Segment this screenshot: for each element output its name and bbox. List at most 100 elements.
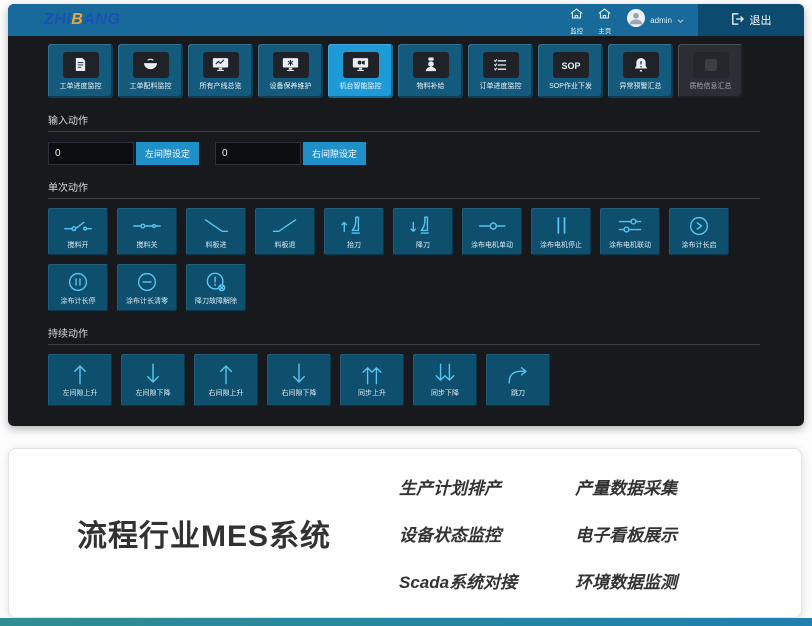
action-tile[interactable]: 涂布计长启	[669, 208, 729, 255]
order-list-icon	[483, 52, 519, 78]
action-tile-label: 降刀	[416, 240, 430, 250]
action-tile[interactable]: 降刀故障解除	[186, 264, 246, 311]
left-gap-set-button[interactable]: 左间隙设定	[136, 142, 199, 165]
monitor-camera-icon	[343, 52, 379, 78]
right-gap-value-input[interactable]	[215, 142, 301, 165]
section-title-input-actions: 输入动作	[48, 112, 760, 132]
action-tile[interactable]: 搅料开	[48, 208, 108, 255]
double-up-icon	[357, 362, 387, 386]
action-tile-label: 涂布电机联动	[609, 240, 651, 250]
action-tile-label: 降刀故障解除	[195, 296, 237, 306]
feature-item: Scada系统对接	[399, 568, 517, 593]
action-tile[interactable]: 左间隙下降	[121, 354, 185, 406]
feature-item: 产量数据采集	[575, 474, 677, 499]
action-tile[interactable]: 涂布电机单动	[462, 208, 522, 255]
left-gap-value-input[interactable]	[48, 142, 134, 165]
user-name: admin	[650, 16, 672, 25]
app-tile[interactable]: 机台智能监控	[328, 44, 393, 98]
right-gap-set-button[interactable]: 右间隙设定	[303, 142, 366, 165]
header-nav-item[interactable]: 主页	[598, 6, 611, 35]
monitor-gear-icon	[273, 52, 309, 78]
bottom-accent-bar	[0, 618, 812, 626]
input-action-row: 左间隙设定 右间隙设定	[48, 142, 760, 165]
action-tile-label: 跳刀	[511, 388, 525, 398]
home-icon	[598, 6, 611, 24]
action-tile-label: 搅料关	[137, 240, 158, 250]
arrow-down-icon	[284, 362, 314, 386]
blank-icon	[693, 52, 729, 78]
double-down-icon	[430, 362, 460, 386]
arrow-up-icon	[211, 362, 241, 386]
jump-arrow-icon	[503, 362, 533, 386]
pause-circle-icon	[63, 270, 93, 294]
svg-text:SOP: SOP	[561, 61, 580, 71]
action-tile[interactable]: 降刀	[393, 208, 453, 255]
action-tile-label: 涂布计长启	[682, 240, 717, 250]
action-tile-label: 料板进	[206, 240, 227, 250]
app-tile-label: SOP作业下发	[549, 81, 592, 91]
nav-item-label: 主页	[598, 25, 611, 35]
logout-button[interactable]: 退出	[698, 4, 804, 36]
app-tile[interactable]: 订单进度监控	[468, 44, 533, 98]
app-tile[interactable]: 所有产线总览	[188, 44, 253, 98]
user-menu[interactable]: admin	[627, 9, 684, 32]
feature-item: 电子看板展示	[575, 521, 677, 546]
angle-forward-icon	[201, 214, 231, 238]
header-nav-item[interactable]: 监控	[570, 6, 583, 35]
arrow-up-icon	[65, 362, 95, 386]
app-tile[interactable]: 工单配料监控	[118, 44, 183, 98]
action-tile[interactable]: 抬刀	[324, 208, 384, 255]
bell-icon	[623, 52, 659, 78]
feature-list: 生产计划排产设备状态监控Scada系统对接产量数据采集电子看板展示环境数据监测	[399, 474, 677, 593]
play-circle-icon	[684, 214, 714, 238]
app-tile[interactable]: 物料补给	[398, 44, 463, 98]
app-tile-label: 质检信息汇总	[690, 81, 732, 91]
action-tile[interactable]: 涂布计长清零	[117, 264, 177, 311]
nav-item-label: 监控	[570, 25, 583, 35]
logo-text-accent: B	[71, 11, 83, 28]
action-tile[interactable]: 跳刀	[486, 354, 550, 406]
monitor-chart-icon	[203, 52, 239, 78]
app-tile[interactable]: 设备保养维护	[258, 44, 323, 98]
action-tile[interactable]: 左间隙上升	[48, 354, 112, 406]
logo-text: ZHI	[44, 11, 71, 28]
section-title-continuous-actions: 持续动作	[48, 325, 760, 345]
action-tile[interactable]: 涂布计长停	[48, 264, 108, 311]
knife-up-icon	[339, 214, 369, 238]
app-tile-label: 工单配料监控	[130, 81, 172, 91]
action-tile[interactable]: 料板退	[255, 208, 315, 255]
mes-system-title: 流程行业MES系统	[9, 511, 399, 555]
warn-clear-icon	[201, 270, 231, 294]
action-tile[interactable]: 同步上升	[340, 354, 404, 406]
feature-column: 产量数据采集电子看板展示环境数据监测	[575, 474, 677, 593]
action-tile[interactable]: 右间隙下降	[267, 354, 331, 406]
action-tile-label: 左间隙上升	[63, 388, 98, 398]
app-tile[interactable]: 异常预警汇总	[608, 44, 673, 98]
action-tile[interactable]: 右间隙上升	[194, 354, 258, 406]
action-tile-label: 涂布电机停止	[540, 240, 582, 250]
minus-circle-icon	[132, 270, 162, 294]
feature-column: 生产计划排产设备状态监控Scada系统对接	[399, 474, 517, 593]
action-tile-label: 同步上升	[358, 388, 386, 398]
app-tile[interactable]: SOP SOP作业下发	[538, 44, 603, 98]
action-tile[interactable]: 料板进	[186, 208, 246, 255]
motor-single-icon	[477, 214, 507, 238]
app-tile[interactable]: 工单进度监控	[48, 44, 113, 98]
action-tile[interactable]: 搅料关	[117, 208, 177, 255]
app-tile-label: 物料补给	[417, 81, 445, 91]
logout-icon	[731, 13, 744, 28]
action-tile-label: 同步下降	[431, 388, 459, 398]
chevron-down-icon	[677, 11, 684, 29]
switch-open-icon	[63, 214, 93, 238]
action-tile[interactable]: 同步下降	[413, 354, 477, 406]
action-tile[interactable]: 涂布电机停止	[531, 208, 591, 255]
single-action-row-2: 涂布计长停涂布计长清零降刀故障解除	[48, 264, 760, 311]
app-tile-label: 所有产线总览	[200, 81, 242, 91]
action-tile-label: 右间隙上升	[209, 388, 244, 398]
section-title-single-actions: 单次动作	[48, 179, 760, 199]
app-tile: 质检信息汇总	[678, 44, 743, 98]
material-icon	[413, 52, 449, 78]
single-action-row-1: 搅料开搅料关 料板进 料板退抬刀降刀 涂布电机单动涂布电机停止 涂布电机联动 涂布计长启	[48, 208, 760, 255]
action-tile-label: 左间隙下降	[136, 388, 171, 398]
action-tile[interactable]: 涂布电机联动	[600, 208, 660, 255]
